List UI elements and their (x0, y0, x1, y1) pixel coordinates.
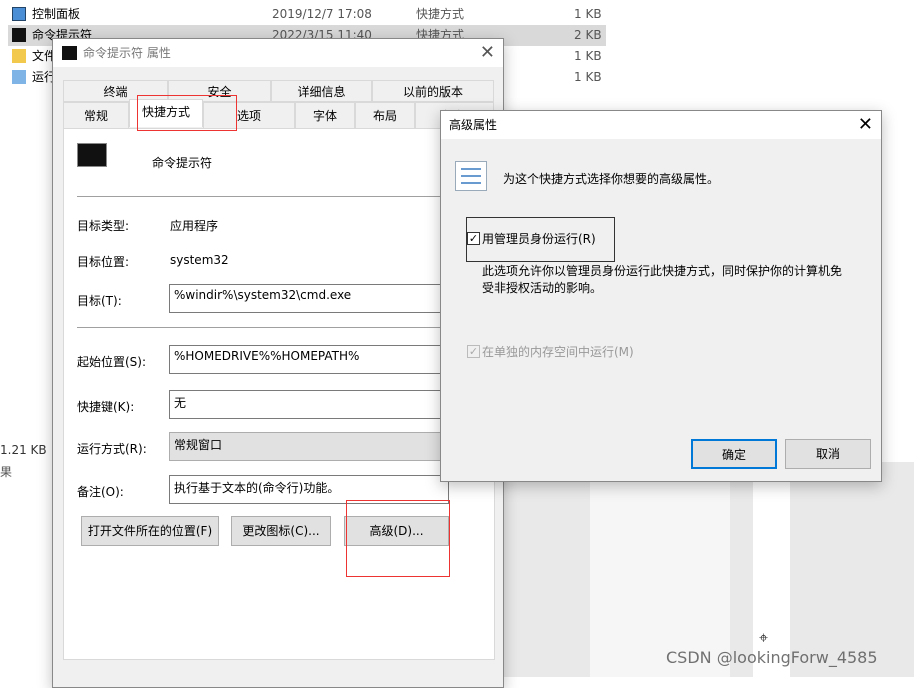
target-input[interactable]: %windir%\system32\cmd.exe (169, 284, 449, 313)
tab-details[interactable]: 详细信息 (271, 80, 372, 102)
cancel-button[interactable]: 取消 (785, 439, 871, 469)
folder-icon (12, 49, 26, 63)
comment-input[interactable]: 执行基于文本的(命令行)功能。 (169, 475, 449, 504)
title-bar: 命令提示符 属性 ✕ (53, 39, 503, 67)
comment-label: 备注(O): (77, 485, 124, 499)
file-row[interactable]: 控制面板 2019/12/7 17:08 快捷方式 1 KB (8, 4, 606, 25)
run-select[interactable]: 常规窗口 (169, 432, 449, 461)
tab-previous-versions[interactable]: 以前的版本 (372, 80, 494, 102)
close-icon[interactable]: ✕ (480, 39, 495, 67)
tab-layout[interactable]: 布局 (355, 102, 415, 129)
tab-options[interactable]: 选项 (203, 102, 295, 129)
title-bar: 高级属性 ✕ (441, 111, 881, 139)
target-location-label: 目标位置: (77, 255, 130, 269)
tab-shortcut[interactable]: 快捷方式 (129, 99, 203, 127)
hotkey-input[interactable]: 无 (169, 390, 449, 419)
close-icon[interactable]: ✕ (858, 111, 873, 139)
start-in-input[interactable]: %HOMEDRIVE%%HOMEPATH% (169, 345, 449, 374)
target-location-value: system32 (170, 253, 229, 267)
start-in-label: 起始位置(S): (77, 355, 147, 369)
cmd-icon (12, 28, 26, 42)
target-type-value: 应用程序 (170, 219, 219, 233)
advanced-dialog: 高级属性 ✕ 为这个快捷方式选择你想要的高级属性。 ✓ 用管理员身份运行(R) … (440, 110, 882, 482)
change-icon-button[interactable]: 更改图标(C)... (231, 516, 331, 546)
size-text: 1.21 KB (0, 443, 47, 457)
hotkey-label: 快捷键(K): (77, 400, 135, 414)
properties-dialog: 命令提示符 属性 ✕ 终端 安全 详细信息 以前的版本 常规 选项 字体 布局 … (52, 38, 504, 688)
dialog-title: 命令提示符 属性 (83, 46, 171, 60)
separate-memory-checkbox: ✓ (467, 345, 480, 358)
tab-general[interactable]: 常规 (63, 102, 129, 129)
app-name: 命令提示符 (152, 156, 213, 170)
cmd-large-icon (77, 143, 107, 167)
advanced-button[interactable]: 高级(D)... (344, 516, 449, 546)
ok-button[interactable]: 确定 (691, 439, 777, 469)
target-icon: ⌖ (759, 628, 769, 647)
properties-list-icon (455, 161, 487, 191)
target-type-label: 目标类型: (77, 219, 130, 233)
separate-memory-label: 在单独的内存空间中运行(M) (482, 345, 634, 359)
control-panel-icon (12, 7, 26, 21)
run-as-admin-label[interactable]: 用管理员身份运行(R) (482, 230, 596, 247)
open-location-button[interactable]: 打开文件所在的位置(F) (81, 516, 219, 546)
run-label: 运行方式(R): (77, 442, 147, 456)
cmd-icon (62, 46, 77, 60)
description: 为这个快捷方式选择你想要的高级属性。 (503, 172, 720, 186)
dialog-title: 高级属性 (449, 118, 498, 132)
partial-text: 果 (0, 465, 13, 479)
target-label: 目标(T): (77, 294, 122, 308)
watermark: CSDN @lookingForw_4585 (666, 648, 878, 667)
tab-font[interactable]: 字体 (295, 102, 355, 129)
admin-note: 此选项允许你以管理员身份运行此快捷方式，同时保护你的计算机免受非授权活动的影响。 (482, 264, 843, 295)
run-as-admin-checkbox[interactable]: ✓ (467, 232, 480, 245)
run-icon (12, 70, 26, 84)
